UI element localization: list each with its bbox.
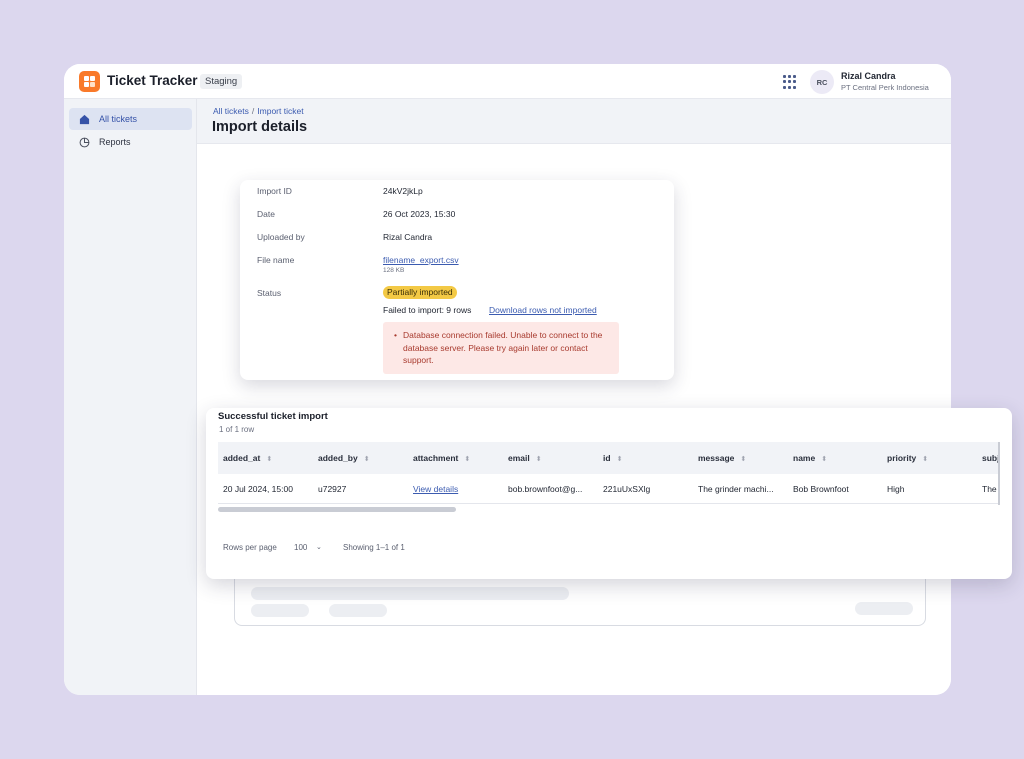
user-name[interactable]: Rizal Candra	[841, 71, 896, 81]
apps-grid-icon[interactable]	[783, 75, 797, 89]
uploaded-by-label: Uploaded by	[257, 232, 305, 242]
table-header: added_at ⬍ added_by ⬍ attachment ⬍ email ⬍ i…	[218, 442, 998, 474]
sort-icon[interactable]: ⬍	[364, 456, 370, 463]
table-row[interactable]: 20 Jul 2024, 15:00 u72927 View details b…	[218, 474, 998, 504]
loading-skeleton-card	[234, 579, 926, 626]
sort-icon[interactable]: ⬍	[536, 456, 542, 463]
sidebar-item-label: All tickets	[99, 114, 138, 124]
page-title: Import details	[212, 119, 308, 135]
pie-chart-icon	[79, 136, 91, 148]
sort-icon[interactable]: ⬍	[821, 456, 827, 463]
table-title: Successful ticket import	[218, 411, 328, 422]
status-label: Status	[257, 288, 282, 298]
sort-icon[interactable]: ⬍	[922, 456, 928, 463]
data-table[interactable]: added_at ⬍ added_by ⬍ attachment ⬍ email ⬍ i…	[218, 442, 1000, 505]
sort-icon[interactable]: ⬍	[464, 456, 470, 463]
status-badge: Partially imported	[383, 286, 457, 299]
pagination-status: Showing 1–1 of 1	[343, 543, 405, 552]
breadcrumb-parent-link[interactable]: All tickets	[213, 106, 249, 116]
environment-badge: Staging	[200, 74, 243, 89]
cell-email: bob.brownfoot@g...	[508, 484, 583, 494]
user-organization: PT Central Perk Indonesia	[841, 83, 929, 92]
uploaded-by-value: Rizal Candra	[383, 232, 433, 242]
error-alert: • Database connection failed. Unable to …	[383, 322, 619, 374]
column-header-message[interactable]: message ⬍	[698, 442, 746, 474]
sort-icon[interactable]: ⬍	[266, 456, 272, 463]
file-name-label: File name	[257, 255, 295, 265]
skeleton-bar	[251, 587, 569, 600]
successful-import-card: Successful ticket import 1 of 1 row adde…	[206, 408, 1012, 579]
app-logo-icon[interactable]	[79, 71, 100, 92]
column-header-id[interactable]: id ⬍	[603, 442, 622, 474]
date-label: Date	[257, 209, 275, 219]
sidebar-item-reports[interactable]: Reports	[69, 131, 192, 153]
app-title[interactable]: Ticket Tracker	[107, 73, 198, 88]
sort-icon[interactable]: ⬍	[617, 456, 623, 463]
cell-added-by: u72927	[318, 484, 347, 494]
error-bullet: •	[394, 330, 397, 340]
file-size: 128 KB	[383, 267, 405, 274]
logo-glyph	[84, 76, 95, 87]
error-message: Database connection failed. Unable to co…	[403, 330, 603, 365]
rows-per-page-select[interactable]: 100	[294, 543, 307, 552]
cell-added-at: 20 Jul 2024, 15:00	[223, 484, 293, 494]
rows-per-page-label: Rows per page	[223, 543, 277, 552]
cell-priority: High	[887, 484, 905, 494]
cell-id: 221uUxSXlg	[603, 484, 651, 494]
cell-name: Bob Brownfoot	[793, 484, 849, 494]
import-id-value: 24kV2jkLp	[383, 186, 423, 196]
view-details-link[interactable]: View details	[413, 474, 503, 504]
failed-rows-text: Failed to import: 9 rows	[383, 305, 472, 315]
sidebar-item-all-tickets[interactable]: All tickets	[69, 108, 192, 130]
date-value: 26 Oct 2023, 15:30	[383, 209, 456, 219]
cell-message: The grinder machi...	[698, 484, 774, 494]
skeleton-bar	[251, 604, 309, 617]
download-failed-rows-link[interactable]: Download rows not imported	[489, 305, 597, 315]
column-header-email[interactable]: email ⬍	[508, 442, 542, 474]
cell-subject: The	[982, 484, 997, 494]
column-header-priority[interactable]: priority ⬍	[887, 442, 928, 474]
breadcrumb-current[interactable]: Import ticket	[257, 106, 303, 116]
column-header-added-by[interactable]: added_by ⬍	[318, 442, 370, 474]
column-header-added-at[interactable]: added_at ⬍	[223, 442, 272, 474]
breadcrumb: All tickets / Import ticket	[213, 106, 304, 116]
column-header-attachment[interactable]: attachment ⬍	[413, 442, 470, 474]
row-count: 1 of 1 row	[219, 425, 255, 434]
skeleton-bar	[329, 604, 387, 617]
avatar[interactable]: RC	[810, 70, 834, 94]
horizontal-scrollbar[interactable]	[218, 507, 456, 512]
top-bar: Ticket Tracker Staging RC Rizal Candra P…	[64, 64, 951, 99]
skeleton-bar	[855, 602, 913, 615]
breadcrumb-separator: /	[251, 106, 255, 116]
chevron-down-icon[interactable]: ⌄	[316, 543, 322, 551]
sidebar-item-label: Reports	[99, 137, 131, 147]
sidebar: All tickets Reports	[64, 99, 197, 695]
file-name-link[interactable]: filename_export.csv	[383, 255, 459, 265]
sort-icon[interactable]: ⬍	[740, 456, 746, 463]
import-id-label: Import ID	[257, 186, 292, 196]
content-header: All tickets / Import ticket Import details	[197, 99, 951, 143]
column-header-name[interactable]: name ⬍	[793, 442, 827, 474]
home-icon	[79, 113, 91, 125]
import-details-card: Import ID 24kV2jkLp Date 26 Oct 2023, 15…	[240, 180, 674, 380]
column-header-subject[interactable]: subj	[982, 442, 998, 474]
